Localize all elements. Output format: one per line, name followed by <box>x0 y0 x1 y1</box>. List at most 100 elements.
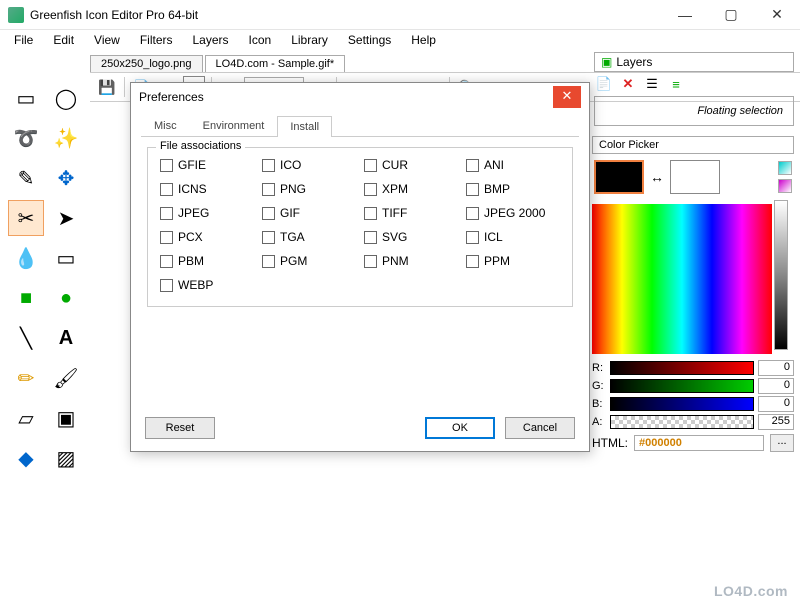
reset-button[interactable]: Reset <box>145 417 215 439</box>
chk-icl[interactable]: ICL <box>466 230 560 244</box>
chk-pcx[interactable]: PCX <box>160 230 254 244</box>
chk-webp[interactable]: WEBP <box>160 278 254 292</box>
preferences-dialog: Preferences ✕ Misc Environment Install F… <box>130 82 590 452</box>
b-slider[interactable] <box>610 397 754 411</box>
chk-svg[interactable]: SVG <box>364 230 458 244</box>
b-value[interactable]: 0 <box>758 396 794 412</box>
rect-shape-tool[interactable]: ■ <box>8 280 44 316</box>
swap-colors-icon[interactable]: ↔ <box>650 169 664 185</box>
menu-icon[interactable]: Icon <box>241 31 280 49</box>
chk-xpm[interactable]: XPM <box>364 182 458 196</box>
chk-jpeg2000[interactable]: JPEG 2000 <box>466 206 560 220</box>
html-label: HTML: <box>592 436 628 450</box>
layer-merge-icon[interactable]: ≡ <box>666 74 686 94</box>
b-label: B: <box>592 398 606 410</box>
chk-icns[interactable]: ICNS <box>160 182 254 196</box>
g-value[interactable]: 0 <box>758 378 794 394</box>
r-label: R: <box>592 362 606 374</box>
a-label: A: <box>592 416 606 428</box>
menu-settings[interactable]: Settings <box>340 31 399 49</box>
doc-tab-2[interactable]: LO4D.com - Sample.gif* <box>205 55 346 72</box>
layer-delete-icon[interactable]: ✕ <box>618 74 638 94</box>
chk-png[interactable]: PNG <box>262 182 356 196</box>
menu-help[interactable]: Help <box>403 31 444 49</box>
more-colors-button[interactable]: ... <box>770 434 794 452</box>
maximize-button[interactable]: ▢ <box>708 0 754 30</box>
menu-view[interactable]: View <box>86 31 128 49</box>
foreground-swatch[interactable] <box>594 160 644 194</box>
chk-pbm[interactable]: PBM <box>160 254 254 268</box>
chk-tga[interactable]: TGA <box>262 230 356 244</box>
chk-pgm[interactable]: PGM <box>262 254 356 268</box>
tool-sidebar: ▭ ◯ ➰ ✨ ✎ ✥ ✂ ➤ 💧 ▭ ■ ● ╲ A ✏ 🖌 ▱ ▣ ◆ ▨ <box>4 76 88 480</box>
layers-panel: ▣Layers 📄 ✕ ☰ ≡ Floating selection <box>594 52 794 126</box>
select-ellipse-tool[interactable]: ◯ <box>48 80 84 116</box>
dialog-tabs: Misc Environment Install <box>141 115 579 137</box>
crop-tool[interactable]: ✂ <box>8 200 44 236</box>
lasso-tool[interactable]: ➰ <box>8 120 44 156</box>
frame-tool[interactable]: ▭ <box>48 240 84 276</box>
ellipse-shape-tool[interactable]: ● <box>48 280 84 316</box>
chk-cur[interactable]: CUR <box>364 158 458 172</box>
gradient-tool[interactable]: ▨ <box>48 440 84 476</box>
minimize-button[interactable]: — <box>662 0 708 30</box>
a-value[interactable]: 255 <box>758 414 794 430</box>
tab-install[interactable]: Install <box>277 116 332 137</box>
r-slider[interactable] <box>610 361 754 375</box>
menu-filters[interactable]: Filters <box>132 31 181 49</box>
picker-opt-2[interactable] <box>778 179 792 193</box>
menu-library[interactable]: Library <box>283 31 336 49</box>
menu-edit[interactable]: Edit <box>45 31 82 49</box>
dialog-close-button[interactable]: ✕ <box>553 86 581 108</box>
lightness-bar[interactable] <box>774 200 788 350</box>
chk-bmp[interactable]: BMP <box>466 182 560 196</box>
background-swatch[interactable] <box>670 160 720 194</box>
close-button[interactable]: ✕ <box>754 0 800 30</box>
chk-gfie[interactable]: GFIE <box>160 158 254 172</box>
picker-opt-1[interactable] <box>778 161 792 175</box>
pointer-tool[interactable]: ➤ <box>48 200 84 236</box>
color-field[interactable] <box>592 204 772 354</box>
layers-title: ▣Layers <box>594 52 794 72</box>
layer-new-icon[interactable]: 📄 <box>594 74 614 94</box>
save-icon[interactable]: 💾 <box>96 76 118 98</box>
select-rect-tool[interactable]: ▭ <box>8 80 44 116</box>
chk-jpeg[interactable]: JPEG <box>160 206 254 220</box>
app-title: Greenfish Icon Editor Pro 64-bit <box>30 8 662 22</box>
pencil-tool[interactable]: ✎ <box>8 160 44 196</box>
app-icon <box>8 7 24 23</box>
chk-ppm[interactable]: PPM <box>466 254 560 268</box>
r-value[interactable]: 0 <box>758 360 794 376</box>
draw-pencil-tool[interactable]: ✏ <box>8 360 44 396</box>
clone-tool[interactable]: ▣ <box>48 400 84 436</box>
brush-tool[interactable]: 🖌 <box>48 360 84 396</box>
html-value[interactable]: #000000 <box>634 435 764 451</box>
chk-ani[interactable]: ANI <box>466 158 560 172</box>
bucket-tool[interactable]: ◆ <box>8 440 44 476</box>
line-tool[interactable]: ╲ <box>8 320 44 356</box>
menubar: File Edit View Filters Layers Icon Libra… <box>0 30 800 50</box>
chk-gif[interactable]: GIF <box>262 206 356 220</box>
chk-pnm[interactable]: PNM <box>364 254 458 268</box>
dialog-title: Preferences <box>139 90 204 104</box>
menu-file[interactable]: File <box>6 31 41 49</box>
wand-tool[interactable]: ✨ <box>48 120 84 156</box>
doc-tab-1[interactable]: 250x250_logo.png <box>90 55 203 72</box>
eraser-tool[interactable]: ▱ <box>8 400 44 436</box>
cancel-button[interactable]: Cancel <box>505 417 575 439</box>
layer-props-icon[interactable]: ☰ <box>642 74 662 94</box>
ok-button[interactable]: OK <box>425 417 495 439</box>
chk-ico[interactable]: ICO <box>262 158 356 172</box>
group-title: File associations <box>156 140 245 152</box>
tab-misc[interactable]: Misc <box>141 115 190 136</box>
file-associations-group: File associations GFIE ICO CUR ANI ICNS … <box>147 147 573 307</box>
menu-layers[interactable]: Layers <box>185 31 237 49</box>
layer-item[interactable]: Floating selection <box>594 96 794 126</box>
move-tool[interactable]: ✥ <box>48 160 84 196</box>
eyedropper-tool[interactable]: 💧 <box>8 240 44 276</box>
chk-tiff[interactable]: TIFF <box>364 206 458 220</box>
text-tool[interactable]: A <box>48 320 84 356</box>
a-slider[interactable] <box>610 415 754 429</box>
g-slider[interactable] <box>610 379 754 393</box>
tab-environment[interactable]: Environment <box>190 115 278 136</box>
